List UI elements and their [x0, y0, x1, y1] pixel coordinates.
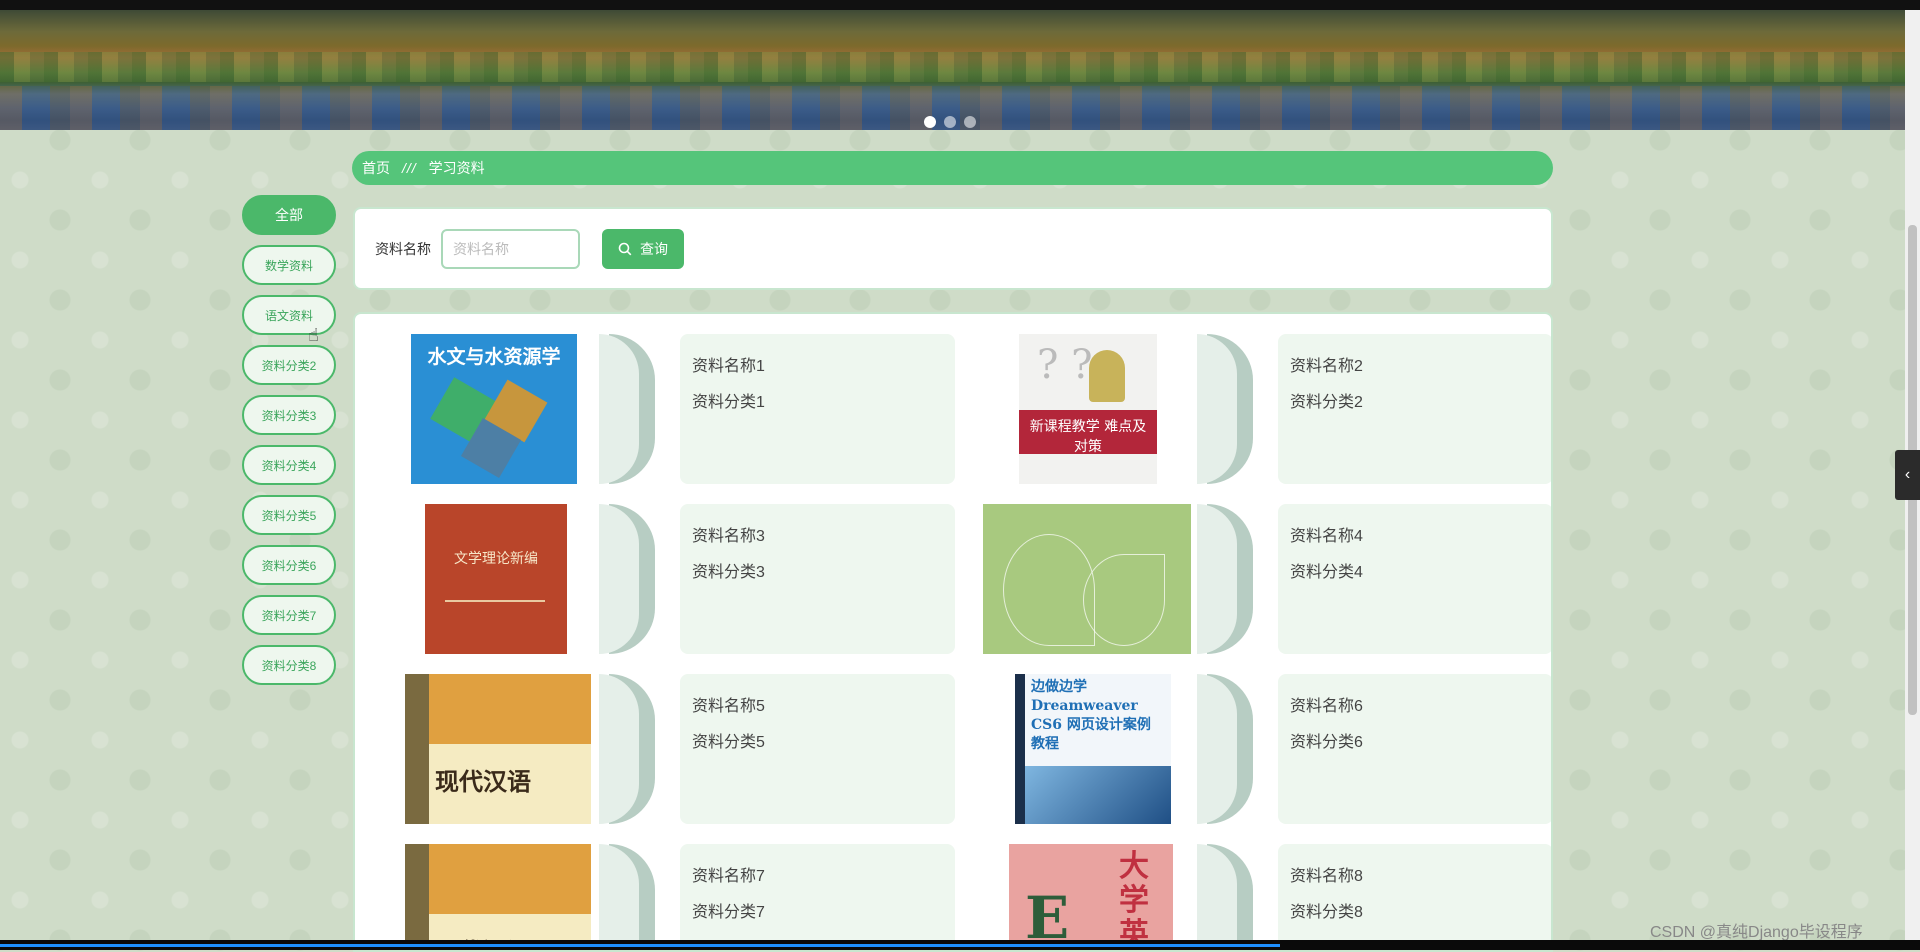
cover-image: 文学理论新编: [425, 504, 567, 654]
resource-category: 资料分类6: [1290, 734, 1363, 751]
resource-name[interactable]: 资料名称6: [1290, 692, 1541, 716]
resource-category: 资料分类7: [692, 904, 765, 921]
resource-info: 资料名称2 资料分类2: [1278, 334, 1551, 484]
resource-category: 资料分类5: [692, 734, 765, 751]
category-2[interactable]: 资料分类2: [242, 345, 336, 385]
category-5[interactable]: 资料分类5: [242, 495, 336, 535]
cover-image: 现代汉语: [405, 674, 591, 824]
resource-name[interactable]: 资料名称5: [692, 692, 943, 716]
category-math[interactable]: 数学资料: [242, 245, 336, 285]
resource-name[interactable]: 资料名称7: [692, 862, 943, 886]
category-3[interactable]: 资料分类3: [242, 395, 336, 435]
resource-card[interactable]: 文学理论新编 资料名称3 资料分类3: [385, 504, 955, 654]
resource-card[interactable]: 资料名称4 资料分类4: [983, 504, 1551, 654]
search-panel: 资料名称 查询: [353, 207, 1553, 290]
resource-info: 资料名称5 资料分类5: [680, 674, 955, 824]
category-4[interactable]: 资料分类4: [242, 445, 336, 485]
bottom-bar: [0, 940, 1920, 950]
resource-info: 资料名称4 资料分类4: [1278, 504, 1551, 654]
resource-cover[interactable]: 边做边学 Dreamweaver CS6 网页设计案例教程: [983, 674, 1253, 824]
resource-card[interactable]: 水文与水资源学 资料名称1 资料分类1: [385, 334, 955, 484]
loading-progress: [0, 944, 1280, 947]
category-6[interactable]: 资料分类6: [242, 545, 336, 585]
breadcrumb-current: 学习资料: [428, 160, 485, 176]
resource-name[interactable]: 资料名称1: [692, 352, 943, 376]
resource-cover[interactable]: 水文与水资源学: [385, 334, 655, 484]
resource-cover[interactable]: [983, 504, 1253, 654]
resource-card[interactable]: 边做边学 Dreamweaver CS6 网页设计案例教程 资料名称6 资料分类…: [983, 674, 1551, 824]
resource-category: 资料分类2: [1290, 394, 1363, 411]
resource-card[interactable]: 现代汉语 资料名称5 资料分类5: [385, 674, 955, 824]
category-chinese[interactable]: 语文资料: [242, 295, 336, 335]
resource-info: 资料名称3 资料分类3: [680, 504, 955, 654]
carousel-dot-2[interactable]: [944, 116, 956, 128]
resource-cover[interactable]: 现代汉语: [385, 674, 655, 824]
search-label: 资料名称: [375, 240, 431, 257]
resource-category: 资料分类4: [1290, 564, 1363, 581]
resource-cover[interactable]: ? ? 新课程教学 难点及对策: [983, 334, 1253, 484]
carousel-dot-1[interactable]: [924, 116, 936, 128]
hand-cursor-icon: ☝: [308, 325, 319, 345]
cover-image: ? ? 新课程教学 难点及对策: [1019, 334, 1157, 484]
resource-info: 资料名称1 资料分类1: [680, 334, 955, 484]
cover-image: E 大学英: [1009, 844, 1173, 950]
cover-image: [983, 504, 1191, 654]
resource-cover[interactable]: E 大学英: [983, 844, 1253, 950]
banner-grass: [0, 52, 1905, 82]
resource-name[interactable]: 资料名称2: [1290, 352, 1541, 376]
cover-image: 边做边学 Dreamweaver CS6 网页设计案例教程: [1015, 674, 1171, 824]
resource-category: 资料分类1: [692, 394, 765, 411]
resource-card[interactable]: E 大学英 资料名称8 资料分类8: [983, 844, 1551, 950]
category-8[interactable]: 资料分类8: [242, 645, 336, 685]
chevron-left-icon: ‹: [1904, 466, 1911, 483]
top-bar: [0, 0, 1920, 10]
resource-info: 资料名称6 资料分类6: [1278, 674, 1551, 824]
resource-card[interactable]: 现代汉语 资料名称7 资料分类7: [385, 844, 955, 950]
resource-category: 资料分类8: [1290, 904, 1363, 921]
resource-name[interactable]: 资料名称8: [1290, 862, 1541, 886]
resource-info: 资料名称8 资料分类8: [1278, 844, 1551, 950]
category-7[interactable]: 资料分类7: [242, 595, 336, 635]
category-sidebar: 全部 数学资料 语文资料 资料分类2 资料分类3 资料分类4 资料分类5 资料分…: [242, 195, 336, 695]
breadcrumb: 首页 /// 学习资料: [352, 151, 1553, 185]
cover-image: 现代汉语: [405, 844, 591, 950]
breadcrumb-separator: ///: [402, 160, 417, 176]
resource-info: 资料名称7 资料分类7: [680, 844, 955, 950]
carousel-dots: [924, 116, 976, 128]
watermark: CSDN @真纯Django毕设程序: [1650, 924, 1863, 941]
resource-cover[interactable]: 现代汉语: [385, 844, 655, 950]
resource-cover[interactable]: 文学理论新编: [385, 504, 655, 654]
resource-name[interactable]: 资料名称3: [692, 522, 943, 546]
search-button-label: 查询: [640, 240, 668, 257]
breadcrumb-home[interactable]: 首页: [362, 158, 390, 178]
banner-carousel[interactable]: [0, 10, 1905, 130]
collapse-panel-button[interactable]: ‹: [1895, 450, 1920, 500]
carousel-dot-3[interactable]: [964, 116, 976, 128]
resource-name[interactable]: 资料名称4: [1290, 522, 1541, 546]
cover-image: 水文与水资源学: [411, 334, 577, 484]
resource-card[interactable]: ? ? 新课程教学 难点及对策 资料名称2 资料分类2: [983, 334, 1551, 484]
search-button[interactable]: 查询: [602, 228, 684, 269]
resource-list: 水文与水资源学 资料名称1 资料分类1 ? ? 新课程教学 难点及对策 资料名称…: [353, 312, 1553, 952]
search-input[interactable]: [441, 228, 580, 269]
search-icon: [618, 242, 632, 255]
category-all[interactable]: 全部: [242, 195, 336, 235]
resource-category: 资料分类3: [692, 564, 765, 581]
